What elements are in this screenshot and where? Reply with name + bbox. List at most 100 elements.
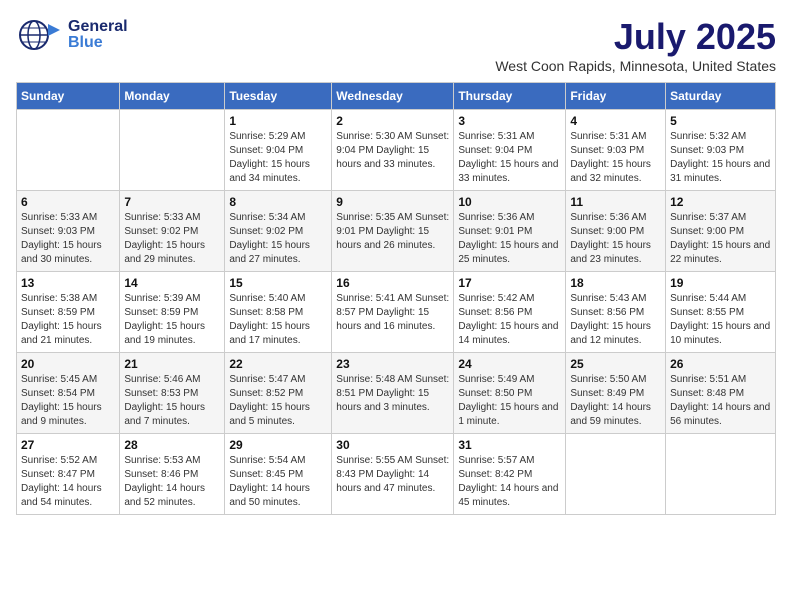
day-number: 3 bbox=[458, 114, 561, 128]
day-number: 5 bbox=[670, 114, 771, 128]
week-row-2: 6 Sunrise: 5:33 AM Sunset: 9:03 PM Daylig… bbox=[17, 191, 776, 272]
day-number: 12 bbox=[670, 195, 771, 209]
day-number: 21 bbox=[124, 357, 220, 371]
week-row-1: 1 Sunrise: 5:29 AM Sunset: 9:04 PM Daylig… bbox=[17, 110, 776, 191]
day-cell: 22Sunrise: 5:47 AM Sunset: 8:52 PM Dayli… bbox=[225, 353, 332, 434]
week-row-4: 20 Sunrise: 5:45 AM Sunset: 8:54 PM Dayli… bbox=[17, 353, 776, 434]
day-cell: 30Sunrise: 5:55 AM Sunset: 8:43 PM Dayli… bbox=[332, 434, 454, 515]
day-cell: 5 Sunrise: 5:32 AM Sunset: 9:03 PM Daylig… bbox=[666, 110, 776, 191]
day-info: Sunrise: 5:36 AM Sunset: 9:00 PM Dayligh… bbox=[570, 211, 661, 267]
day-cell: 12 Sunrise: 5:37 AM Sunset: 9:00 PM Dayli… bbox=[666, 191, 776, 272]
day-cell: 31 Sunrise: 5:57 AM Sunset: 8:42 PM Dayli… bbox=[454, 434, 566, 515]
day-info: Sunrise: 5:52 AM Sunset: 8:47 PM Dayligh… bbox=[21, 454, 115, 510]
day-info: Sunrise: 5:42 AM Sunset: 8:56 PM Dayligh… bbox=[458, 292, 561, 348]
day-info: Sunrise: 5:50 AM Sunset: 8:49 PM Dayligh… bbox=[570, 373, 661, 429]
day-info: Sunrise: 5:34 AM Sunset: 9:02 PM Dayligh… bbox=[229, 211, 327, 267]
day-cell bbox=[120, 110, 225, 191]
day-info: Sunrise: 5:41 AM Sunset: 8:57 PM Dayligh… bbox=[336, 292, 449, 334]
day-info: Sunrise: 5:57 AM Sunset: 8:42 PM Dayligh… bbox=[458, 454, 561, 510]
day-cell: 26Sunrise: 5:51 AM Sunset: 8:48 PM Dayli… bbox=[666, 353, 776, 434]
day-info: Sunrise: 5:31 AM Sunset: 9:03 PM Dayligh… bbox=[570, 130, 661, 186]
day-number: 2 bbox=[336, 114, 449, 128]
day-cell: 13 Sunrise: 5:38 AM Sunset: 8:59 PM Dayli… bbox=[17, 272, 120, 353]
day-cell: 21Sunrise: 5:46 AM Sunset: 8:53 PM Dayli… bbox=[120, 353, 225, 434]
logo-icon bbox=[16, 16, 64, 54]
day-info: Sunrise: 5:33 AM Sunset: 9:02 PM Dayligh… bbox=[124, 211, 220, 267]
calendar-subtitle: West Coon Rapids, Minnesota, United Stat… bbox=[495, 58, 776, 74]
header-cell-wednesday: Wednesday bbox=[332, 83, 454, 110]
day-cell bbox=[666, 434, 776, 515]
day-number: 6 bbox=[21, 195, 115, 209]
day-info: Sunrise: 5:45 AM Sunset: 8:54 PM Dayligh… bbox=[21, 373, 115, 429]
day-cell: 25 Sunrise: 5:50 AM Sunset: 8:49 PM Dayli… bbox=[566, 353, 666, 434]
day-number: 23 bbox=[336, 357, 449, 371]
day-info: Sunrise: 5:48 AM Sunset: 8:51 PM Dayligh… bbox=[336, 373, 449, 415]
day-number: 17 bbox=[458, 276, 561, 290]
header-row: SundayMondayTuesdayWednesdayThursdayFrid… bbox=[17, 83, 776, 110]
day-info: Sunrise: 5:38 AM Sunset: 8:59 PM Dayligh… bbox=[21, 292, 115, 348]
day-info: Sunrise: 5:33 AM Sunset: 9:03 PM Dayligh… bbox=[21, 211, 115, 267]
day-number: 7 bbox=[124, 195, 220, 209]
day-cell: 4 Sunrise: 5:31 AM Sunset: 9:03 PM Daylig… bbox=[566, 110, 666, 191]
day-cell: 3 Sunrise: 5:31 AM Sunset: 9:04 PM Daylig… bbox=[454, 110, 566, 191]
day-info: Sunrise: 5:31 AM Sunset: 9:04 PM Dayligh… bbox=[458, 130, 561, 186]
day-cell: 28 Sunrise: 5:53 AM Sunset: 8:46 PM Dayli… bbox=[120, 434, 225, 515]
day-info: Sunrise: 5:55 AM Sunset: 8:43 PM Dayligh… bbox=[336, 454, 449, 496]
day-cell: 24 Sunrise: 5:49 AM Sunset: 8:50 PM Dayli… bbox=[454, 353, 566, 434]
day-number: 1 bbox=[229, 114, 327, 128]
day-number: 18 bbox=[570, 276, 661, 290]
day-info: Sunrise: 5:43 AM Sunset: 8:56 PM Dayligh… bbox=[570, 292, 661, 348]
day-cell: 15 Sunrise: 5:40 AM Sunset: 8:58 PM Dayli… bbox=[225, 272, 332, 353]
logo-blue-text: Blue bbox=[68, 35, 128, 51]
day-number: 31 bbox=[458, 438, 561, 452]
week-row-5: 27 Sunrise: 5:52 AM Sunset: 8:47 PM Dayli… bbox=[17, 434, 776, 515]
calendar-body: 1 Sunrise: 5:29 AM Sunset: 9:04 PM Daylig… bbox=[17, 110, 776, 515]
day-number: 22 bbox=[229, 357, 327, 371]
day-info: Sunrise: 5:49 AM Sunset: 8:50 PM Dayligh… bbox=[458, 373, 561, 429]
day-number: 20 bbox=[21, 357, 115, 371]
day-info: Sunrise: 5:35 AM Sunset: 9:01 PM Dayligh… bbox=[336, 211, 449, 253]
page-header: General Blue July 2025 West Coon Rapids,… bbox=[16, 16, 776, 74]
day-number: 15 bbox=[229, 276, 327, 290]
day-info: Sunrise: 5:36 AM Sunset: 9:01 PM Dayligh… bbox=[458, 211, 561, 267]
week-row-3: 13 Sunrise: 5:38 AM Sunset: 8:59 PM Dayli… bbox=[17, 272, 776, 353]
title-block: July 2025 West Coon Rapids, Minnesota, U… bbox=[495, 16, 776, 74]
logo: General Blue bbox=[16, 16, 128, 54]
calendar-table: SundayMondayTuesdayWednesdayThursdayFrid… bbox=[16, 82, 776, 515]
day-info: Sunrise: 5:29 AM Sunset: 9:04 PM Dayligh… bbox=[229, 130, 327, 186]
logo-general-text: General bbox=[68, 19, 128, 35]
day-cell: 18 Sunrise: 5:43 AM Sunset: 8:56 PM Dayli… bbox=[566, 272, 666, 353]
day-cell: 9 Sunrise: 5:35 AM Sunset: 9:01 PM Daylig… bbox=[332, 191, 454, 272]
header-cell-thursday: Thursday bbox=[454, 83, 566, 110]
day-number: 4 bbox=[570, 114, 661, 128]
day-number: 27 bbox=[21, 438, 115, 452]
day-cell: 16 Sunrise: 5:41 AM Sunset: 8:57 PM Dayli… bbox=[332, 272, 454, 353]
day-cell bbox=[17, 110, 120, 191]
day-info: Sunrise: 5:37 AM Sunset: 9:00 PM Dayligh… bbox=[670, 211, 771, 267]
header-cell-friday: Friday bbox=[566, 83, 666, 110]
day-number: 8 bbox=[229, 195, 327, 209]
day-number: 13 bbox=[21, 276, 115, 290]
day-cell: 11 Sunrise: 5:36 AM Sunset: 9:00 PM Dayli… bbox=[566, 191, 666, 272]
day-cell: 27 Sunrise: 5:52 AM Sunset: 8:47 PM Dayli… bbox=[17, 434, 120, 515]
day-number: 28 bbox=[124, 438, 220, 452]
day-number: 10 bbox=[458, 195, 561, 209]
day-number: 16 bbox=[336, 276, 449, 290]
day-number: 25 bbox=[570, 357, 661, 371]
day-number: 24 bbox=[458, 357, 561, 371]
day-cell bbox=[566, 434, 666, 515]
day-number: 9 bbox=[336, 195, 449, 209]
day-info: Sunrise: 5:53 AM Sunset: 8:46 PM Dayligh… bbox=[124, 454, 220, 510]
calendar-title: July 2025 bbox=[495, 16, 776, 58]
day-info: Sunrise: 5:32 AM Sunset: 9:03 PM Dayligh… bbox=[670, 130, 771, 186]
day-info: Sunrise: 5:40 AM Sunset: 8:58 PM Dayligh… bbox=[229, 292, 327, 348]
day-info: Sunrise: 5:39 AM Sunset: 8:59 PM Dayligh… bbox=[124, 292, 220, 348]
header-cell-monday: Monday bbox=[120, 83, 225, 110]
day-cell: 7 Sunrise: 5:33 AM Sunset: 9:02 PM Daylig… bbox=[120, 191, 225, 272]
day-info: Sunrise: 5:44 AM Sunset: 8:55 PM Dayligh… bbox=[670, 292, 771, 348]
day-cell: 20 Sunrise: 5:45 AM Sunset: 8:54 PM Dayli… bbox=[17, 353, 120, 434]
calendar-header: SundayMondayTuesdayWednesdayThursdayFrid… bbox=[17, 83, 776, 110]
day-cell: 6 Sunrise: 5:33 AM Sunset: 9:03 PM Daylig… bbox=[17, 191, 120, 272]
day-number: 11 bbox=[570, 195, 661, 209]
day-cell: 10 Sunrise: 5:36 AM Sunset: 9:01 PM Dayli… bbox=[454, 191, 566, 272]
